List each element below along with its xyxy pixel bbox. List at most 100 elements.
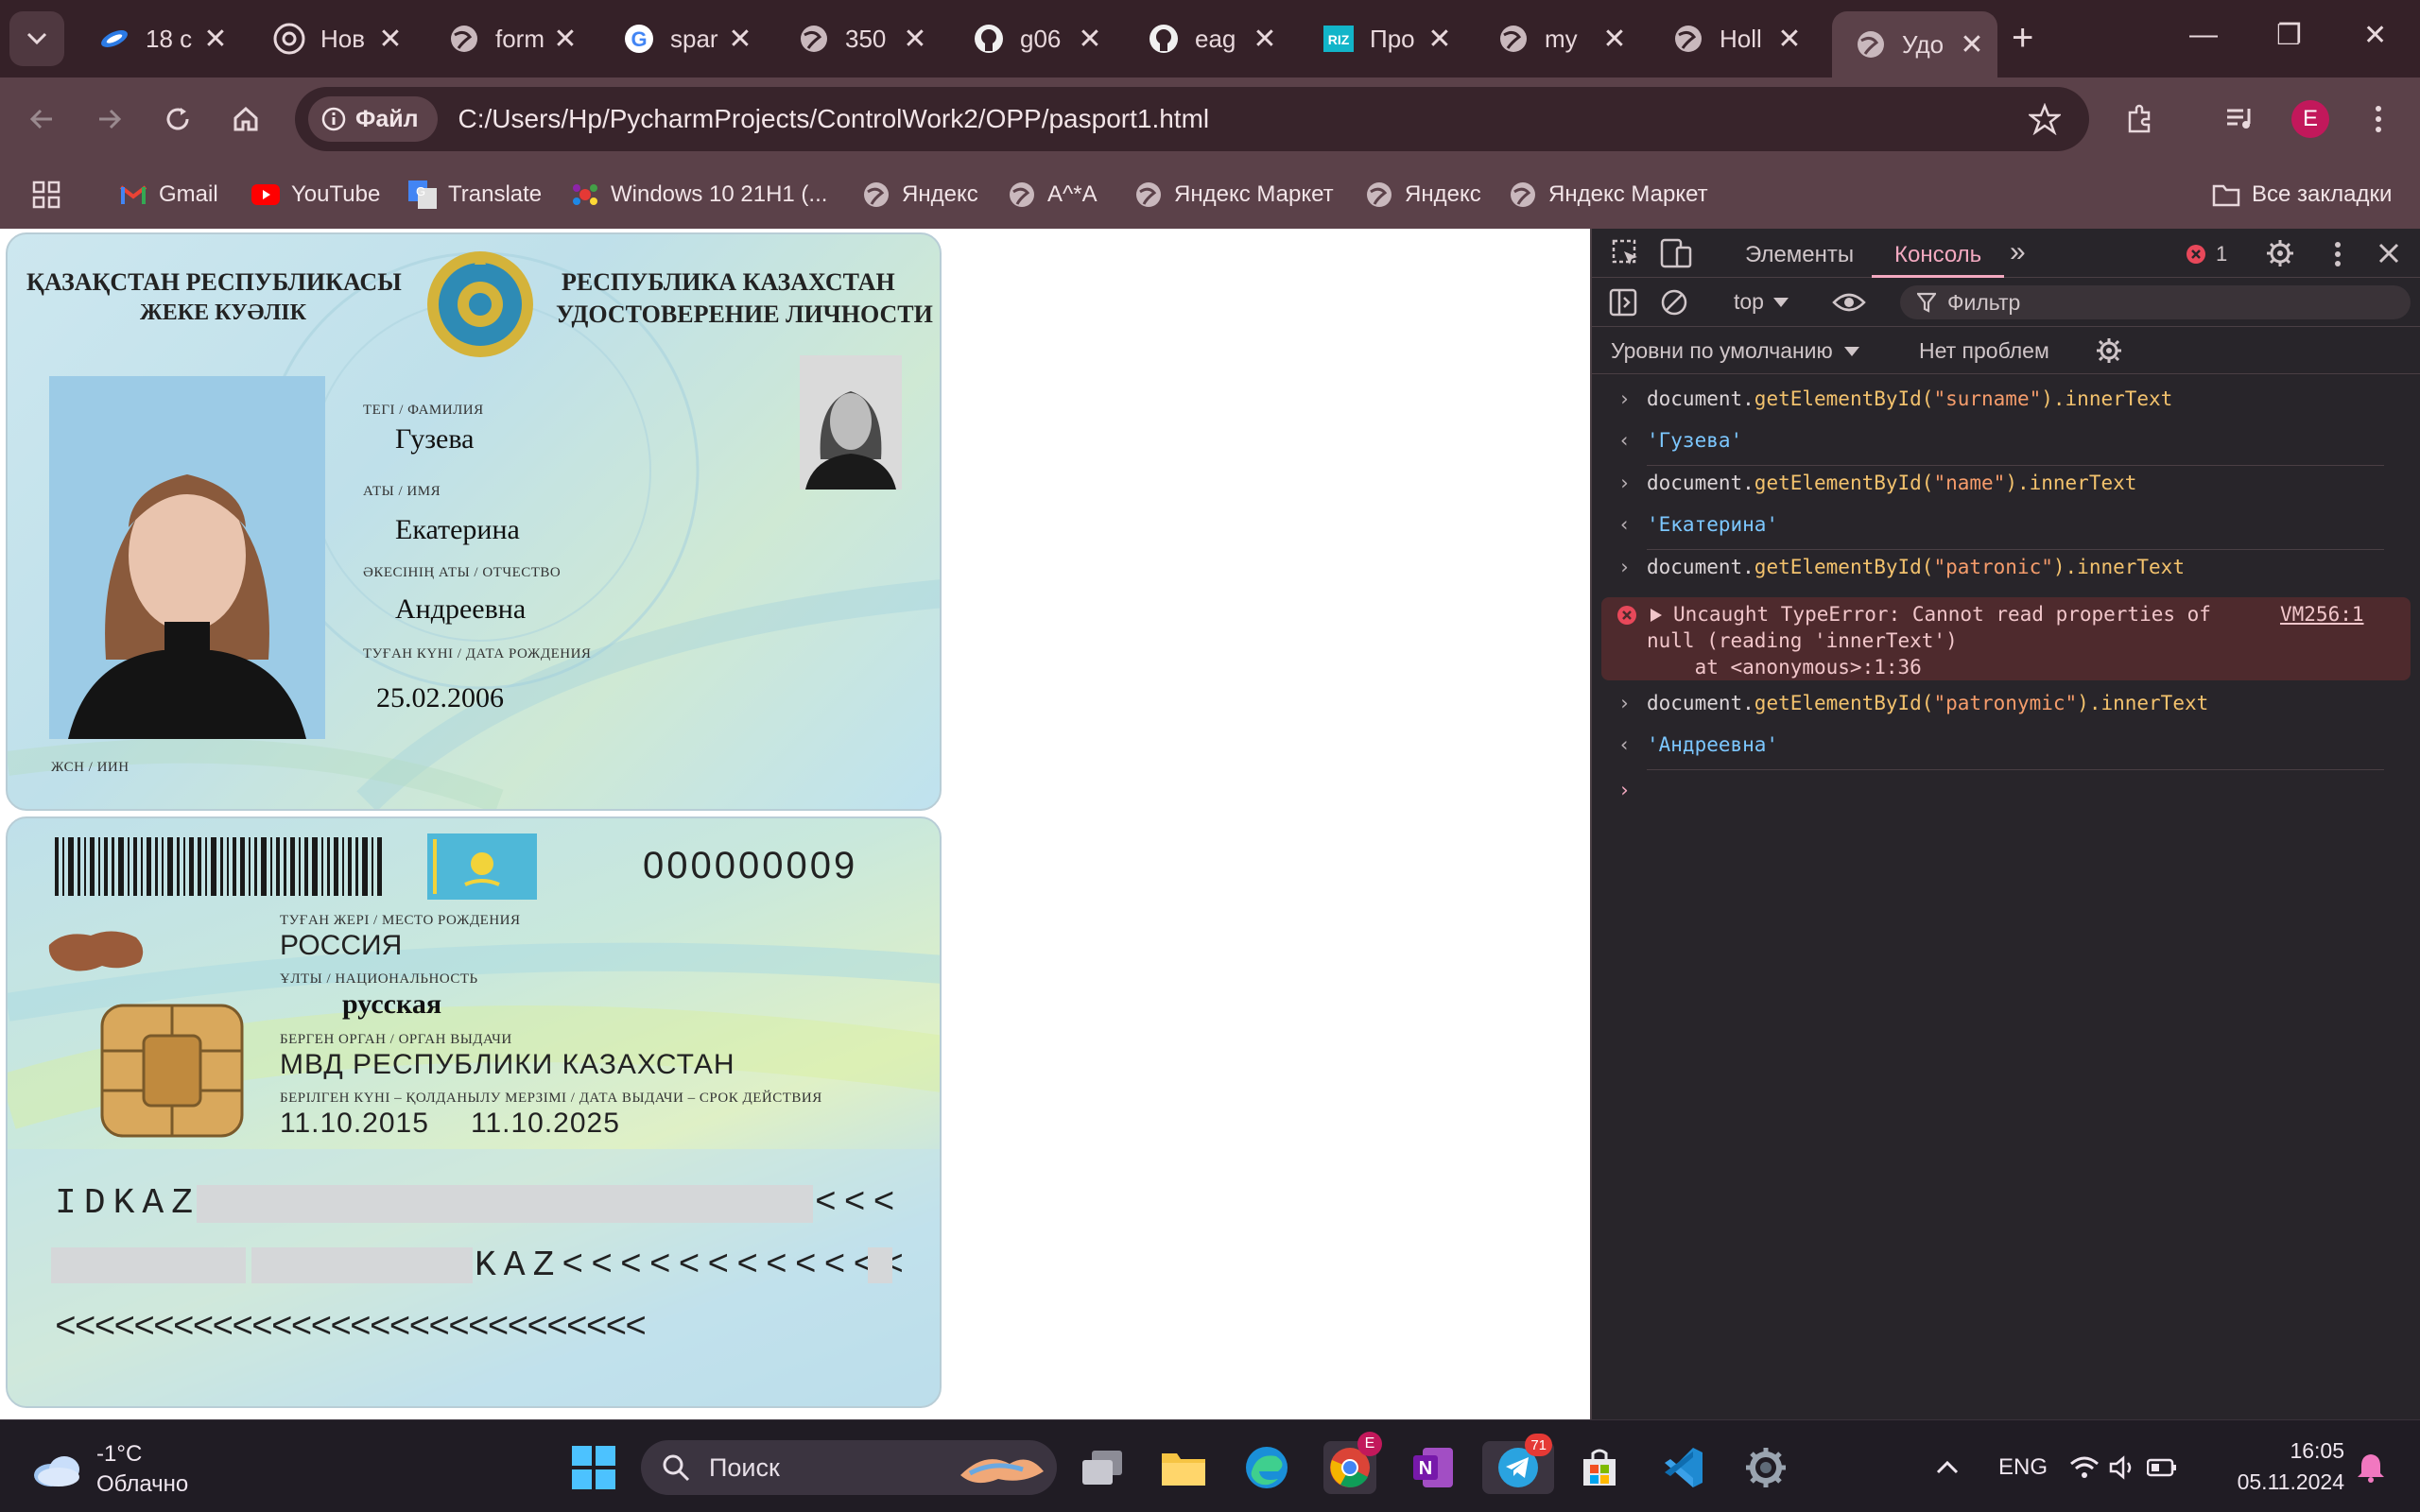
- task-view-button[interactable]: [1076, 1441, 1129, 1494]
- tab-console[interactable]: Консоль: [1894, 242, 1981, 268]
- return-arrow-icon: ‹: [1618, 513, 1631, 536]
- close-icon[interactable]: ✕: [1251, 23, 1279, 56]
- start-button[interactable]: [567, 1441, 620, 1494]
- log-levels-dropdown[interactable]: Уровни по умолчанию: [1611, 338, 1859, 364]
- all-bookmarks-button[interactable]: Все закладки: [2212, 178, 2392, 212]
- more-vertical-icon[interactable]: [2333, 240, 2342, 268]
- close-icon[interactable]: ✕: [1775, 23, 1804, 56]
- divider: [1647, 769, 2384, 770]
- sidebar-toggle-icon[interactable]: [1609, 288, 1637, 317]
- bookmark-yandex-market-1[interactable]: Яндекс Маркет: [1134, 178, 1334, 212]
- telegram-button[interactable]: 71: [1482, 1434, 1554, 1494]
- expand-triangle-icon[interactable]: [1651, 609, 1662, 622]
- vscode-button[interactable]: [1656, 1441, 1709, 1494]
- settings-gear-icon[interactable]: [2265, 238, 2295, 268]
- bookmark-translate[interactable]: G Translate: [408, 178, 542, 212]
- notifications-button[interactable]: [2344, 1441, 2397, 1494]
- address-bar[interactable]: Файл C:/Users/Hp/PycharmProjects/Control…: [295, 87, 2089, 151]
- console-filter-input[interactable]: Фильтр: [1900, 285, 2411, 319]
- tab-8[interactable]: RIZ Про ✕: [1300, 11, 1465, 66]
- close-icon[interactable]: ✕: [901, 23, 929, 56]
- home-button[interactable]: [227, 100, 265, 138]
- clear-console-icon[interactable]: [1660, 288, 1688, 317]
- minimize-button[interactable]: —: [2189, 19, 2218, 51]
- restore-button[interactable]: ❐: [2276, 19, 2302, 52]
- tab-4[interactable]: G spar ✕: [600, 11, 766, 66]
- more-tabs-icon[interactable]: »: [2010, 236, 2026, 268]
- close-icon[interactable]: ✕: [726, 23, 754, 56]
- bookmark-aa[interactable]: A^*A: [1008, 178, 1098, 212]
- profile-avatar[interactable]: E: [2291, 100, 2329, 138]
- settings-button[interactable]: [1739, 1441, 1792, 1494]
- bookmark-youtube[interactable]: YouTube: [251, 178, 380, 212]
- close-icon[interactable]: ✕: [201, 23, 230, 56]
- tab-title: Про: [1370, 24, 1415, 53]
- taskbar-search[interactable]: Поиск: [641, 1440, 1057, 1495]
- back-button[interactable]: [23, 100, 60, 138]
- clock[interactable]: 16:05 05.11.2024: [2221, 1435, 2344, 1498]
- onenote-button[interactable]: N: [1407, 1441, 1460, 1494]
- close-icon[interactable]: ✕: [1076, 23, 1104, 56]
- tab-9[interactable]: my ✕: [1475, 11, 1640, 66]
- show-hidden-icons-button[interactable]: [1921, 1441, 1974, 1494]
- eye-icon[interactable]: [1832, 291, 1866, 314]
- context-selector[interactable]: top: [1734, 289, 1789, 315]
- new-tab-button[interactable]: +: [2012, 19, 2033, 57]
- star-icon[interactable]: [2029, 103, 2061, 135]
- file-explorer-button[interactable]: [1157, 1441, 1210, 1494]
- device-toggle-icon[interactable]: [1660, 238, 1692, 268]
- error-source-link[interactable]: VM256:1: [2280, 603, 2364, 626]
- code-object: document.: [1647, 692, 1754, 714]
- issues-button[interactable]: Нет проблем: [1919, 338, 2049, 364]
- menu-button[interactable]: [2360, 100, 2397, 138]
- close-icon[interactable]: ✕: [1958, 28, 1986, 61]
- globe-icon: [1365, 180, 1393, 209]
- kazakhstan-emblem-icon: [427, 251, 533, 357]
- tab-2[interactable]: Нов ✕: [251, 11, 416, 66]
- url-text[interactable]: C:/Users/Hp/PycharmProjects/ControlWork2…: [458, 104, 2030, 134]
- close-icon[interactable]: [2377, 241, 2401, 266]
- extensions-button[interactable]: [2121, 100, 2159, 138]
- bookmark-yandex-market-2[interactable]: Яндекс Маркет: [1509, 178, 1708, 212]
- close-window-button[interactable]: ✕: [2363, 19, 2387, 52]
- translate-icon: G: [408, 180, 437, 209]
- header-ru-line1: РЕСПУБЛИКА КАЗАХСТАН: [562, 268, 895, 296]
- tab-elements[interactable]: Элементы: [1745, 242, 1854, 268]
- tab-3[interactable]: form ✕: [425, 11, 591, 66]
- bookmark-label: A^*A: [1047, 181, 1098, 207]
- surname-value: Гузева: [395, 423, 475, 455]
- close-icon[interactable]: ✕: [1426, 23, 1454, 56]
- bookmark-gmail[interactable]: Gmail: [119, 178, 218, 212]
- inspect-element-icon[interactable]: [1611, 238, 1641, 268]
- edge-button[interactable]: [1240, 1441, 1293, 1494]
- bookmark-yandex-2[interactable]: Яндекс: [1365, 178, 1481, 212]
- error-counter[interactable]: 1: [2186, 242, 2227, 266]
- console-settings-icon[interactable]: [2095, 336, 2123, 365]
- tab-10[interactable]: Holl ✕: [1650, 11, 1815, 66]
- tab-7[interactable]: eag ✕: [1125, 11, 1290, 66]
- quick-settings-button[interactable]: [2066, 1441, 2180, 1494]
- site-info-chip[interactable]: Файл: [308, 96, 438, 142]
- chip-icon: [100, 1004, 244, 1138]
- tab-1[interactable]: 18 с ✕: [76, 11, 241, 66]
- weather-widget[interactable]: -1°C Облачно: [30, 1439, 188, 1500]
- close-icon[interactable]: ✕: [376, 23, 405, 56]
- result-value: 'Андреевна': [1647, 733, 1779, 756]
- close-icon[interactable]: ✕: [551, 23, 579, 56]
- media-button[interactable]: [2221, 100, 2259, 138]
- tab-11-active[interactable]: Удо ✕: [1832, 11, 1997, 77]
- tab-title: Holl: [1720, 24, 1762, 53]
- apps-button[interactable]: [32, 178, 60, 212]
- store-button[interactable]: [1573, 1441, 1626, 1494]
- context-label: top: [1734, 289, 1764, 314]
- forward-button[interactable]: [91, 100, 129, 138]
- tab-search-button[interactable]: [9, 11, 64, 66]
- bookmark-yandex-1[interactable]: Яндекс: [862, 178, 978, 212]
- tab-6[interactable]: g06 ✕: [950, 11, 1115, 66]
- close-icon[interactable]: ✕: [1600, 23, 1629, 56]
- bookmark-windows[interactable]: Windows 10 21H1 (...: [571, 178, 827, 212]
- reload-button[interactable]: [159, 100, 197, 138]
- language-indicator[interactable]: ENG: [1998, 1454, 2048, 1481]
- tab-5[interactable]: 350 ✕: [775, 11, 941, 66]
- chrome-button[interactable]: E: [1323, 1432, 1382, 1494]
